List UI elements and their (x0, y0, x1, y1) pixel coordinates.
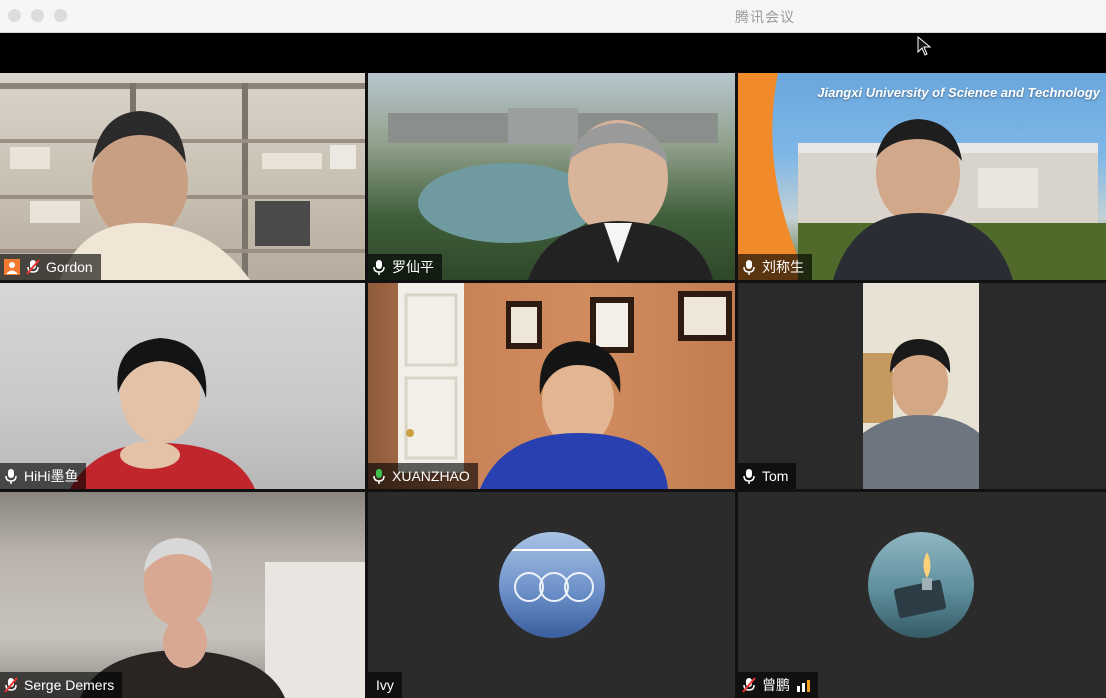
office-backdrop-icon (398, 283, 732, 489)
video-tile-ivy[interactable]: Ivy (368, 492, 735, 698)
mouse-cursor-icon (917, 36, 931, 56)
participant-name: Ivy (376, 677, 394, 693)
video-feed (368, 73, 735, 280)
mic-muted-icon (4, 677, 18, 693)
video-feed (0, 492, 365, 698)
video-tile-tom[interactable]: Tom (738, 283, 1106, 489)
participant-name: 刘称生 (762, 259, 804, 275)
person-silhouette-icon (863, 283, 979, 489)
mic-icon (5, 469, 17, 484)
participant-name: 曾鹏 (762, 677, 790, 693)
video-tile-zeng[interactable]: 曾鹏 (738, 492, 1106, 698)
person-silhouette-icon (80, 538, 365, 698)
toolbar-area (0, 33, 1106, 73)
participant-name: 罗仙平 (392, 259, 434, 275)
participant-label: 罗仙平 (368, 254, 442, 280)
participant-name: Gordon (46, 259, 93, 275)
user-avatar-icon (4, 259, 20, 275)
window-titlebar: 腾讯会议 (0, 0, 1106, 33)
participant-label: HiHi墨鱼 (0, 463, 87, 489)
mic-icon (743, 260, 755, 275)
participant-label: Serge Demers (0, 672, 123, 698)
avatar (868, 532, 974, 638)
video-tile-serge[interactable]: Serge Demers (0, 492, 365, 698)
video-tile-luo[interactable]: 罗仙平 (368, 73, 735, 280)
video-feed (738, 73, 1106, 280)
video-feed (0, 283, 365, 489)
participant-label: XUANZHAO (368, 463, 478, 489)
person-silhouette-icon (70, 338, 255, 489)
university-banner: Jiangxi University of Science and Techno… (817, 85, 1100, 100)
window-title: 腾讯会议 (735, 9, 795, 25)
video-grid: Gordon 罗仙平 Jiangxi University of Science… (0, 73, 1106, 698)
video-feed (368, 283, 735, 489)
participant-label: Gordon (0, 254, 101, 280)
video-tile-xuanzhao[interactable]: XUANZHAO (368, 283, 735, 489)
video-feed (0, 73, 365, 280)
video-tile-liu[interactable]: Jiangxi University of Science and Techno… (738, 73, 1106, 280)
glass-ornaments-icon (499, 549, 605, 602)
participant-name: Tom (762, 468, 789, 484)
university-backdrop-icon (738, 73, 1106, 280)
campus-backdrop-icon (388, 108, 718, 280)
participant-label: 刘称生 (738, 254, 812, 280)
signal-strength-icon (797, 680, 810, 692)
participant-label: Tom (738, 463, 797, 489)
avatar (499, 532, 605, 638)
mic-speaking-icon (373, 469, 385, 484)
mic-muted-icon (26, 259, 40, 275)
participant-label: 曾鹏 (738, 672, 818, 698)
participant-name: Serge Demers (24, 677, 115, 693)
mic-icon (743, 469, 755, 484)
lighter-icon (893, 552, 947, 619)
shelf-backdrop-icon (0, 83, 365, 280)
participant-name: XUANZHAO (392, 468, 470, 484)
mic-muted-icon (742, 677, 756, 693)
participant-name: HiHi墨鱼 (24, 468, 79, 484)
video-feed (738, 283, 1106, 489)
mic-icon (373, 260, 385, 275)
video-tile-gordon[interactable]: Gordon (0, 73, 365, 280)
video-tile-hihi[interactable]: HiHi墨鱼 (0, 283, 365, 489)
participant-label: Ivy (368, 672, 402, 698)
